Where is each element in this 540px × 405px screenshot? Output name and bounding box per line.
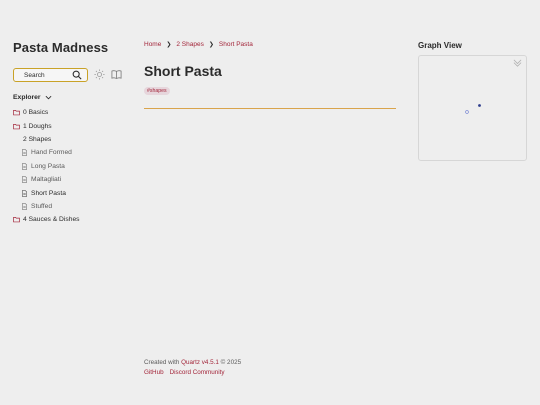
file-icon bbox=[22, 189, 27, 197]
footer-credit: Created with Quartz v4.5.1 © 2025 bbox=[144, 358, 241, 368]
search-icon bbox=[72, 70, 82, 80]
explorer-item-label: Short Pasta bbox=[31, 189, 66, 197]
breadcrumb-current[interactable]: Short Pasta bbox=[219, 41, 253, 48]
footer: Created with Quartz v4.5.1 © 2025 GitHub… bbox=[144, 358, 241, 378]
explorer-item-label: 1 Doughs bbox=[23, 122, 52, 130]
footer-created-prefix: Created with bbox=[144, 359, 180, 366]
explorer-file-hand-formed[interactable]: Hand Formed bbox=[13, 146, 80, 159]
file-icon bbox=[22, 149, 27, 157]
search-input[interactable]: Search bbox=[13, 68, 88, 82]
explorer-file-short-pasta[interactable]: Short Pasta bbox=[13, 186, 80, 199]
explorer-title: Explorer bbox=[13, 94, 41, 101]
explorer-file-stuffed[interactable]: Stuffed bbox=[13, 200, 80, 213]
explorer-folder-sauces[interactable]: 4 Sauces & Dishes bbox=[13, 213, 80, 226]
graph-view[interactable] bbox=[418, 55, 527, 161]
page-title: Short Pasta bbox=[144, 63, 222, 79]
explorer-item-label: 4 Sauces & Dishes bbox=[23, 216, 80, 224]
github-link[interactable]: GitHub bbox=[144, 368, 164, 378]
graph-canvas[interactable] bbox=[419, 56, 528, 162]
explorer-folder-doughs[interactable]: 1 Doughs bbox=[13, 119, 80, 132]
graph-node-current[interactable] bbox=[465, 110, 469, 114]
folder-icon bbox=[13, 110, 20, 116]
explorer-folder-shapes[interactable]: 2 Shapes bbox=[13, 133, 80, 146]
quartz-link[interactable]: Quartz v4.5.1 bbox=[181, 359, 219, 366]
explorer-item-label: 2 Shapes bbox=[23, 135, 52, 143]
discord-link[interactable]: Discord Community bbox=[170, 368, 225, 378]
tag-shapes[interactable]: #shapes bbox=[144, 87, 170, 95]
file-icon bbox=[22, 176, 27, 183]
breadcrumb-separator: ❯ bbox=[166, 42, 172, 48]
folder-icon bbox=[13, 217, 20, 223]
explorer-toggle[interactable]: Explorer bbox=[13, 94, 52, 101]
expand-icon[interactable] bbox=[513, 59, 522, 68]
sun-icon[interactable] bbox=[94, 69, 105, 80]
breadcrumb: Home ❯ 2 Shapes ❯ Short Pasta bbox=[144, 41, 253, 48]
folder-icon bbox=[13, 123, 20, 129]
explorer-tree: 0 Basics 1 Doughs 2 Shapes Hand Formed L… bbox=[13, 106, 80, 227]
explorer-file-maltagliati[interactable]: Maltagliati bbox=[13, 173, 80, 186]
explorer-item-label: Hand Formed bbox=[31, 149, 72, 157]
explorer-item-label: 0 Basics bbox=[23, 109, 49, 117]
explorer-item-label: Stuffed bbox=[31, 202, 53, 210]
explorer-folder-basics[interactable]: 0 Basics bbox=[13, 106, 80, 119]
footer-links: GitHub Discord Community bbox=[144, 368, 241, 378]
explorer-item-label: Maltagliati bbox=[31, 176, 62, 184]
search-label: Search bbox=[24, 71, 45, 79]
breadcrumb-separator: ❯ bbox=[208, 42, 214, 48]
content-divider bbox=[144, 108, 396, 109]
chevron-down-icon bbox=[45, 95, 52, 100]
breadcrumb-shapes[interactable]: 2 Shapes bbox=[176, 41, 203, 48]
book-icon[interactable] bbox=[111, 69, 122, 80]
explorer-item-label: Long Pasta bbox=[31, 162, 65, 170]
graph-title: Graph View bbox=[418, 41, 462, 50]
breadcrumb-home[interactable]: Home bbox=[144, 41, 161, 48]
file-icon bbox=[22, 163, 27, 170]
site-title[interactable]: Pasta Madness bbox=[13, 40, 108, 55]
footer-year: © 2025 bbox=[220, 359, 242, 366]
file-icon bbox=[22, 203, 27, 210]
graph-node-neighbor[interactable] bbox=[478, 104, 481, 107]
explorer-file-long-pasta[interactable]: Long Pasta bbox=[13, 160, 80, 173]
